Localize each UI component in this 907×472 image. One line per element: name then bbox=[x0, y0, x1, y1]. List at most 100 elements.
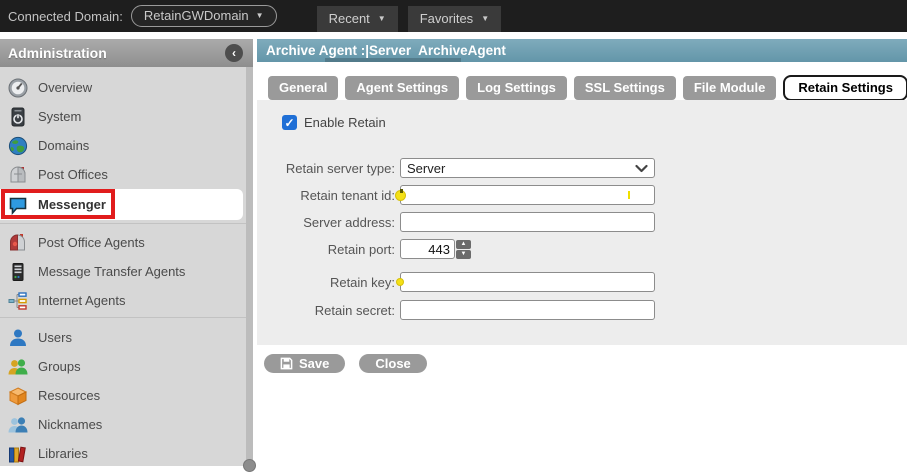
retain-tenant-id-input[interactable] bbox=[400, 185, 655, 205]
sidebar-item-messenger[interactable]: Messenger bbox=[0, 189, 243, 220]
retain-tenant-id-wrap bbox=[395, 185, 655, 205]
nicknames-icon bbox=[8, 415, 28, 435]
sidebar-item-groups[interactable]: Groups bbox=[0, 352, 246, 381]
top-bar: Connected Domain: RetainGWDomain ▼ Recen… bbox=[0, 0, 907, 32]
retain-key-input[interactable] bbox=[400, 272, 655, 292]
favorites-menu-button[interactable]: Favorites ▼ bbox=[407, 6, 502, 32]
tab-log-settings[interactable]: Log Settings bbox=[466, 76, 567, 100]
sidebar-item-label: Users bbox=[38, 330, 72, 345]
sidebar-divider bbox=[0, 317, 246, 318]
page-title: Archive Agent :|Server ArchiveAgent bbox=[266, 43, 506, 58]
port-spinner: ▲ ▼ bbox=[456, 239, 471, 259]
retain-tenant-id-row: Retain tenant id: bbox=[257, 185, 655, 205]
save-button[interactable]: Save bbox=[264, 354, 346, 373]
sidebar-nav: Overview System Domains Post Offices Mes bbox=[0, 67, 246, 468]
object-title-bar: Archive Agent :|Server ArchiveAgent bbox=[257, 39, 907, 62]
sidebar-item-domains[interactable]: Domains bbox=[0, 131, 246, 160]
sidebar-item-system[interactable]: System bbox=[0, 102, 246, 131]
sidebar-item-label: Message Transfer Agents bbox=[38, 264, 186, 279]
favorites-menu-label: Favorites bbox=[419, 11, 474, 26]
retain-tenant-id-label: Retain tenant id: bbox=[300, 187, 395, 203]
server-icon bbox=[8, 262, 28, 282]
power-icon bbox=[8, 107, 28, 127]
retain-key-label: Retain key: bbox=[329, 274, 395, 290]
server-address-label: Server address: bbox=[303, 214, 395, 230]
retain-port-input[interactable] bbox=[400, 239, 455, 259]
chevron-down-icon: ▼ bbox=[255, 11, 264, 20]
retain-server-type-row: Retain server type: Server bbox=[257, 158, 655, 178]
tab-bar: General Agent Settings Log Settings SSL … bbox=[268, 75, 907, 101]
enable-retain-checkbox[interactable]: ✓ bbox=[282, 115, 297, 130]
sidebar-scrollbar[interactable] bbox=[243, 67, 256, 472]
sidebar-title: Administration bbox=[8, 45, 107, 61]
save-icon bbox=[280, 357, 293, 370]
retain-key-row: Retain key: bbox=[257, 272, 655, 292]
cube-icon bbox=[8, 386, 28, 406]
retain-server-type-value: Server bbox=[407, 160, 446, 176]
sidebar-item-label: Nicknames bbox=[38, 417, 103, 432]
check-icon: ✓ bbox=[284, 115, 295, 130]
retain-server-type-select[interactable]: Server bbox=[400, 158, 655, 178]
chat-bubble-icon bbox=[8, 195, 28, 215]
recent-menu-button[interactable]: Recent ▼ bbox=[316, 6, 398, 32]
sidebar-item-nicknames[interactable]: Nicknames bbox=[0, 410, 246, 439]
sidebar-divider bbox=[0, 223, 246, 224]
retain-server-type-label: Retain server type: bbox=[285, 160, 395, 176]
sidebar-item-post-office-agents[interactable]: Post Office Agents bbox=[0, 228, 246, 257]
retain-key-wrap bbox=[396, 272, 655, 292]
enable-retain-label: Enable Retain bbox=[304, 115, 386, 130]
connected-domain-value: RetainGWDomain bbox=[143, 8, 249, 23]
retain-port-row: Retain port: ▲ ▼ bbox=[257, 239, 471, 259]
sidebar-item-label: Domains bbox=[38, 138, 90, 153]
gauge-icon bbox=[8, 78, 28, 98]
network-icon bbox=[8, 291, 28, 311]
main-content: Archive Agent :|Server ArchiveAgent Gene… bbox=[257, 39, 907, 466]
sidebar-item-label: Post Office Agents bbox=[38, 235, 145, 250]
tab-file-module[interactable]: File Module bbox=[682, 76, 777, 100]
retain-secret-row: Retain secret: bbox=[257, 300, 655, 320]
sidebar-item-label: Messenger bbox=[38, 197, 106, 212]
globe-icon bbox=[8, 136, 28, 156]
sidebar-item-internet-agents[interactable]: Internet Agents bbox=[0, 286, 246, 315]
connected-domain-select[interactable]: RetainGWDomain ▼ bbox=[130, 5, 277, 27]
sidebar-item-label: Internet Agents bbox=[38, 293, 126, 308]
sidebar-item-label: System bbox=[38, 109, 82, 124]
server-address-input[interactable] bbox=[400, 212, 655, 232]
connected-domain-label: Connected Domain: bbox=[8, 8, 123, 24]
spinner-down-button[interactable]: ▼ bbox=[456, 249, 471, 259]
sidebar-item-users[interactable]: Users bbox=[0, 323, 246, 352]
user-icon bbox=[8, 328, 28, 348]
sidebar-item-label: Resources bbox=[38, 388, 101, 403]
spinner-up-button[interactable]: ▲ bbox=[456, 239, 471, 249]
sidebar-item-message-transfer-agents[interactable]: Message Transfer Agents bbox=[0, 257, 246, 286]
chevron-down-icon bbox=[635, 164, 648, 173]
tab-general[interactable]: General bbox=[268, 76, 339, 100]
sidebar-collapse-button[interactable]: ‹ bbox=[225, 44, 243, 62]
sidebar-item-label: Overview bbox=[38, 80, 93, 95]
chevron-down-icon: ▼ bbox=[481, 14, 490, 23]
sidebar-item-overview[interactable]: Overview bbox=[0, 73, 246, 102]
enable-retain-row: ✓ Enable Retain bbox=[282, 115, 386, 130]
sidebar-item-post-offices[interactable]: Post Offices bbox=[0, 160, 246, 189]
yellow-tick-artifact bbox=[628, 191, 630, 199]
required-field-icon bbox=[396, 278, 404, 286]
retain-settings-panel: ✓ Enable Retain Retain server type: Serv… bbox=[257, 100, 907, 345]
close-button[interactable]: Close bbox=[359, 354, 427, 373]
tab-ssl-settings[interactable]: SSL Settings bbox=[573, 76, 676, 100]
recent-menu-label: Recent bbox=[328, 11, 370, 26]
books-icon bbox=[8, 444, 28, 464]
retain-secret-input[interactable] bbox=[400, 300, 655, 320]
group-icon bbox=[8, 357, 28, 377]
save-button-label: Save bbox=[299, 355, 330, 371]
server-address-row: Server address: bbox=[257, 212, 655, 232]
retain-secret-label: Retain secret: bbox=[314, 302, 395, 318]
triangle-down-icon: ▼ bbox=[460, 250, 467, 257]
title-underline-decoration bbox=[325, 58, 461, 62]
mailbox-icon bbox=[8, 165, 28, 185]
close-button-label: Close bbox=[375, 355, 411, 371]
tab-retain-settings[interactable]: Retain Settings bbox=[783, 75, 907, 101]
tab-agent-settings[interactable]: Agent Settings bbox=[345, 76, 460, 100]
sidebar-item-libraries[interactable]: Libraries bbox=[0, 439, 246, 468]
chevron-down-icon: ▼ bbox=[377, 14, 386, 23]
sidebar-item-resources[interactable]: Resources bbox=[0, 381, 246, 410]
